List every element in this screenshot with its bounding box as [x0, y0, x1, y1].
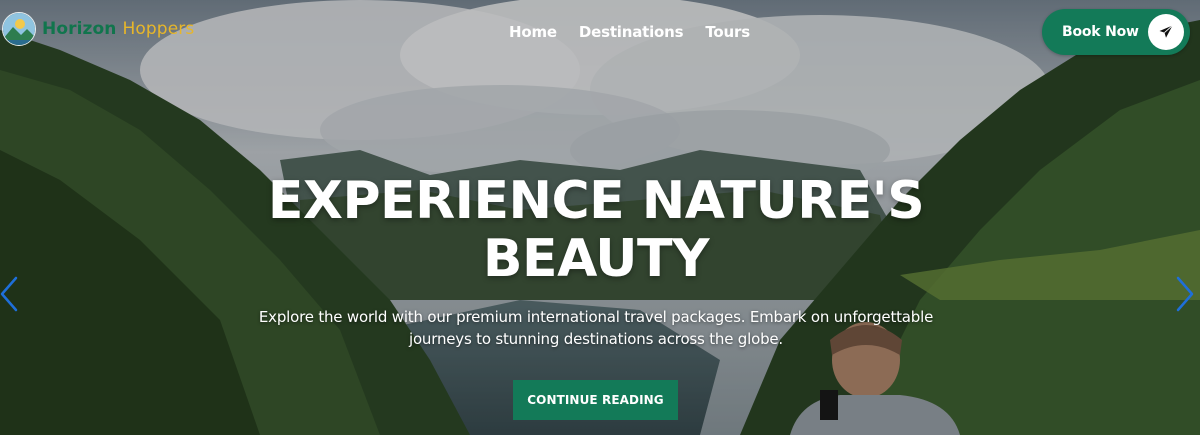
hero-headline-line2: BEAUTY [482, 229, 710, 289]
brand-name-word2: Hoppers [122, 19, 195, 39]
hero-section: Horizon Hoppers Home Destinations Tours … [0, 0, 1200, 435]
chevron-left-icon [0, 276, 18, 312]
nav-item-home[interactable]: Home [509, 23, 557, 41]
logo-emblem-icon [2, 12, 36, 46]
book-now-label: Book Now [1062, 24, 1139, 40]
nav-item-tours[interactable]: Tours [705, 23, 750, 41]
continue-reading-button[interactable]: CONTINUE READING [513, 380, 678, 420]
main-nav: Home Destinations Tours [509, 23, 750, 41]
paper-plane-icon [1148, 14, 1184, 50]
nav-item-destinations[interactable]: Destinations [579, 23, 684, 41]
brand-name: Horizon Hoppers [42, 19, 194, 39]
brand-name-word1: Horizon [42, 19, 117, 39]
carousel-prev-button[interactable] [0, 274, 22, 314]
book-now-button[interactable]: Book Now [1042, 9, 1190, 55]
chevron-right-icon [1176, 276, 1194, 312]
hero-headline-line1: EXPERIENCE NATURE'S [267, 171, 925, 231]
hero-subtitle-line2: journeys to stunning destinations across… [408, 330, 783, 348]
hero-headline: EXPERIENCE NATURE'S BEAUTY [0, 172, 1192, 288]
hero-subtitle-line1: Explore the world with our premium inter… [258, 308, 934, 326]
carousel-next-button[interactable] [1174, 274, 1196, 314]
hero-subtitle: Explore the world with our premium inter… [258, 306, 934, 350]
brand-logo[interactable]: Horizon Hoppers [2, 12, 194, 46]
